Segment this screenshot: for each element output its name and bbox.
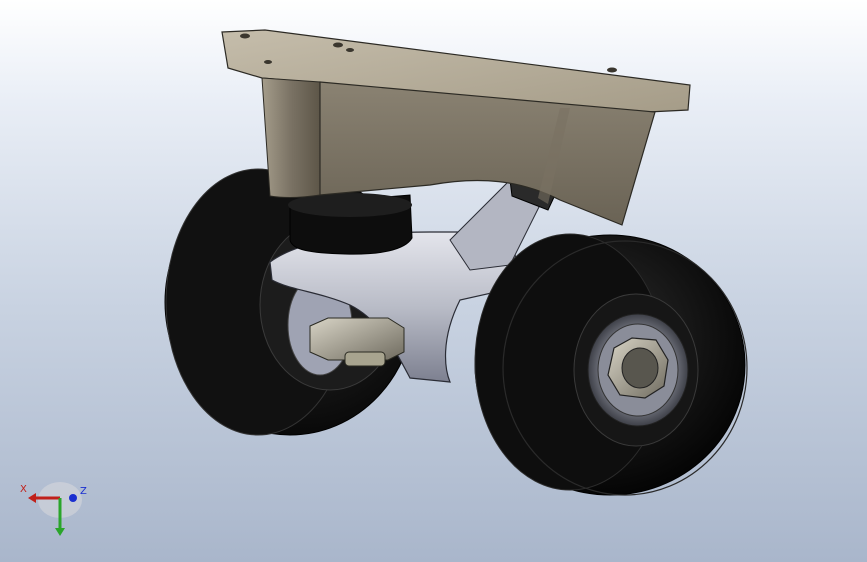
graphics-viewport[interactable]: X Z <box>0 0 867 562</box>
caster-model-3d[interactable] <box>0 0 867 562</box>
z-axis-label: Z <box>80 486 87 497</box>
mounting-plate <box>221 29 691 226</box>
y-axis-head <box>55 528 65 536</box>
rubber-cushion <box>288 193 413 255</box>
left-axle-nut <box>309 317 405 367</box>
x-axis-head <box>28 493 36 503</box>
orientation-triad: X Z <box>14 478 94 548</box>
right-wheel <box>474 233 748 496</box>
x-axis-label: X <box>20 484 27 495</box>
z-axis-dot <box>69 494 77 502</box>
